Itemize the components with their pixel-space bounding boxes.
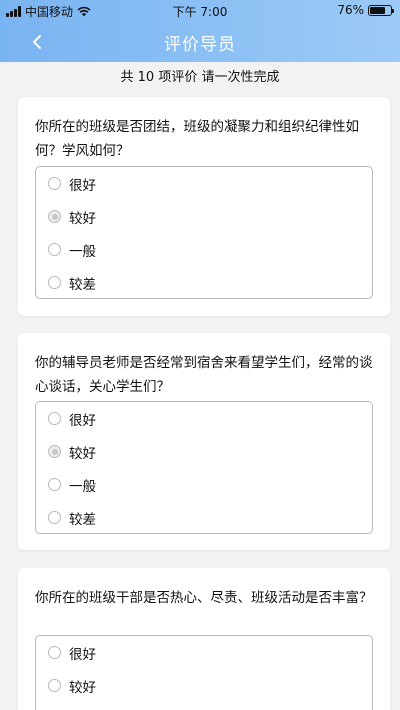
options-group: 很好 较好 — [35, 635, 373, 710]
radio-button[interactable] — [48, 177, 61, 190]
option-very-good[interactable]: 很好 — [36, 167, 372, 200]
battery-icon — [368, 4, 394, 16]
survey-instructions: 共 10 项评价 请一次性完成 — [120, 70, 280, 85]
radio-button[interactable] — [48, 276, 61, 289]
option-label: 较差 — [69, 276, 96, 293]
app-header: 中国移动 下午 7:00 76% 评价导员 — [0, 0, 400, 62]
option-label: 很好 — [69, 412, 96, 429]
radio-button[interactable] — [48, 511, 61, 524]
options-group: 很好 较好 一般 较差 — [35, 166, 373, 299]
radio-button[interactable] — [48, 243, 61, 256]
question-text: 你所在的班级干部是否热心、尽责、班级活动是否丰富？ — [35, 590, 373, 606]
question-card-3: 你所在的班级干部是否热心、尽责、班级活动是否丰富？ 很好 较好 — [18, 568, 390, 710]
option-label: 较好 — [69, 210, 96, 227]
radio-button[interactable] — [48, 478, 61, 491]
radio-button[interactable] — [48, 445, 61, 458]
option-very-good[interactable]: 很好 — [36, 636, 372, 669]
option-very-good[interactable]: 很好 — [36, 402, 372, 435]
option-average[interactable]: 一般 — [36, 233, 372, 266]
option-poor[interactable]: 较差 — [36, 501, 372, 534]
option-label: 很好 — [69, 646, 96, 663]
page-title: 评价导员 — [164, 35, 236, 55]
battery-percent: 76% — [337, 3, 364, 17]
option-label: 较好 — [69, 679, 96, 696]
option-label: 较好 — [69, 445, 96, 462]
option-label: 较差 — [69, 511, 96, 528]
option-good[interactable]: 较好 — [36, 435, 372, 468]
option-label: 一般 — [69, 243, 96, 260]
question-card-2: 你的辅导员老师是否经常到宿舍来看望学生们，经常的谈心谈话，关心学生们？ 很好 较… — [18, 333, 390, 550]
option-label: 一般 — [69, 478, 96, 495]
question-text: 你的辅导员老师是否经常到宿舍来看望学生们，经常的谈心谈话，关心学生们？ — [35, 355, 373, 395]
options-group: 很好 较好 一般 较差 — [35, 401, 373, 534]
question-text: 你所在的班级是否团结，班级的凝聚力和组织纪律性如何？学风如何？ — [35, 119, 359, 159]
question-card-1: 你所在的班级是否团结，班级的凝聚力和组织纪律性如何？学风如何？ 很好 较好 一般… — [18, 97, 390, 316]
radio-button[interactable] — [48, 210, 61, 223]
radio-button[interactable] — [48, 412, 61, 425]
radio-button[interactable] — [48, 679, 61, 692]
option-good[interactable]: 较好 — [36, 669, 372, 702]
battery-level — [370, 6, 386, 14]
option-good[interactable]: 较好 — [36, 200, 372, 233]
status-bar: 中国移动 下午 7:00 76% — [0, 0, 400, 22]
radio-button[interactable] — [48, 646, 61, 659]
option-poor[interactable]: 较差 — [36, 266, 372, 299]
option-average[interactable]: 一般 — [36, 468, 372, 501]
option-label: 很好 — [69, 177, 96, 194]
